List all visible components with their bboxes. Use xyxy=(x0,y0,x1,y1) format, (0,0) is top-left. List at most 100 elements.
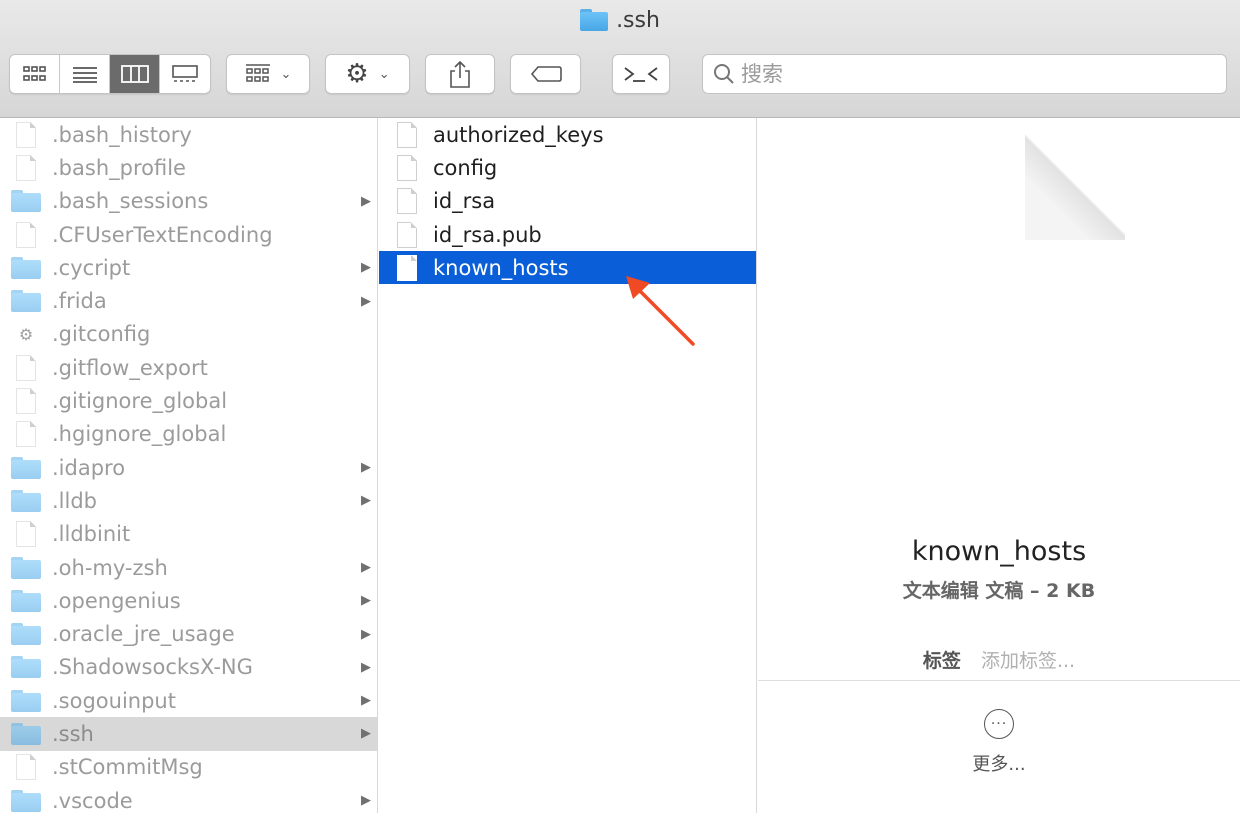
document-icon xyxy=(397,121,417,148)
list-item-label: id_rsa.pub xyxy=(433,222,542,247)
list-item-label: .oh-my-zsh xyxy=(52,555,168,580)
document-icon xyxy=(16,221,36,248)
list-item-label: .ssh xyxy=(52,721,94,746)
tags-row: 标签 添加标签... xyxy=(758,646,1240,673)
item-icon-wrap xyxy=(10,256,42,279)
list-item-label: .lldb xyxy=(52,488,98,513)
list-item-label: id_rsa xyxy=(433,189,496,214)
list-item-label: .bash_sessions xyxy=(52,189,209,214)
disclosure-arrow-icon: ▶ xyxy=(361,793,371,809)
more-icon[interactable]: ··· xyxy=(984,709,1014,739)
list-item[interactable]: .bash_history xyxy=(0,118,377,151)
list-item[interactable]: .frida ▶ xyxy=(0,284,377,317)
list-item[interactable]: .lldb ▶ xyxy=(0,484,377,517)
document-icon xyxy=(397,188,417,215)
list-item[interactable]: ⚙ .gitconfig xyxy=(0,318,377,351)
column-home: .bash_history .bash_profile .bash_sessions… xyxy=(0,118,378,813)
list-item-label: .gitflow_export xyxy=(52,355,208,380)
gear-icon: ⚙ xyxy=(18,324,34,344)
list-item[interactable]: id_rsa xyxy=(379,185,756,218)
page-curl xyxy=(1025,134,1125,240)
item-icon-wrap xyxy=(10,754,42,781)
search-field[interactable] xyxy=(702,54,1227,94)
gallery-view-icon xyxy=(172,65,198,82)
list-item[interactable]: .hgignore_global xyxy=(0,418,377,451)
terminal-button[interactable] xyxy=(612,54,670,94)
folder-icon xyxy=(11,689,41,712)
folder-icon xyxy=(11,656,41,679)
tags-input[interactable]: 添加标签... xyxy=(981,646,1075,673)
disclosure-arrow-icon: ▶ xyxy=(361,560,371,575)
list-item-label: .hgignore_global xyxy=(52,422,227,447)
item-icon-wrap xyxy=(10,689,42,712)
document-icon xyxy=(16,121,36,148)
item-icon-wrap xyxy=(10,521,42,548)
tag-button[interactable] xyxy=(510,54,581,94)
list-item[interactable]: .stCommitMsg xyxy=(0,751,377,784)
list-item[interactable]: .idapro ▶ xyxy=(0,451,377,484)
list-item[interactable]: .oracle_jre_usage ▶ xyxy=(0,617,377,650)
list-item[interactable]: .opengenius ▶ xyxy=(0,584,377,617)
list-item-label: .bash_profile xyxy=(52,155,186,180)
item-icon-wrap xyxy=(10,421,42,448)
document-icon xyxy=(16,421,36,448)
list-item[interactable]: .ShadowsocksX-NG ▶ xyxy=(0,651,377,684)
list-item-label: .gitconfig xyxy=(52,322,151,347)
item-icon-wrap xyxy=(10,388,42,415)
list-item[interactable]: .sogouinput ▶ xyxy=(0,684,377,717)
folder-icon xyxy=(11,623,41,646)
list-item[interactable]: .bash_sessions ▶ xyxy=(0,185,377,218)
item-icon-wrap xyxy=(10,190,42,213)
toolbar: .ssh ⌄ ⚙ ⌄ xyxy=(0,0,1240,118)
preview-pane: known_hosts 文本编辑 文稿 – 2 KB 标签 添加标签... ··… xyxy=(758,118,1240,813)
disclosure-arrow-icon: ▶ xyxy=(361,493,371,509)
more-button[interactable]: 更多... xyxy=(758,750,1240,776)
list-item[interactable]: authorized_keys xyxy=(379,118,756,151)
list-item[interactable]: .bash_profile xyxy=(0,151,377,184)
item-icon-wrap xyxy=(10,221,42,248)
folder-icon xyxy=(11,722,41,745)
list-view-button[interactable] xyxy=(60,55,110,93)
item-icon-wrap xyxy=(10,354,42,381)
list-item-label: .bash_history xyxy=(52,122,192,147)
list-item[interactable]: .lldbinit xyxy=(0,518,377,551)
action-button[interactable]: ⚙ ⌄ xyxy=(325,54,410,94)
item-icon-wrap xyxy=(391,154,423,181)
column-view-button[interactable] xyxy=(110,55,160,93)
list-item[interactable]: .ssh ▶ xyxy=(0,717,377,751)
document-icon xyxy=(16,354,36,381)
disclosure-arrow-icon: ▶ xyxy=(361,626,371,642)
list-item-label: .vscode xyxy=(52,788,133,813)
list-item-label: .lldbinit xyxy=(52,522,131,547)
preview-filename: known_hosts xyxy=(911,536,1087,567)
search-icon xyxy=(714,64,734,84)
disclosure-arrow-icon: ▶ xyxy=(361,460,371,476)
list-view-icon xyxy=(72,67,97,83)
item-icon-wrap xyxy=(10,489,42,512)
group-button[interactable]: ⌄ xyxy=(226,54,310,94)
divider xyxy=(758,680,1240,681)
folder-icon xyxy=(11,789,41,812)
folder-icon xyxy=(11,256,41,279)
list-item[interactable]: .CFUserTextEncoding xyxy=(0,218,377,251)
list-item[interactable]: .oh-my-zsh ▶ xyxy=(0,551,377,584)
list-item[interactable]: .vscode ▶ xyxy=(0,784,377,813)
document-icon xyxy=(397,221,417,248)
list-item[interactable]: id_rsa.pub xyxy=(379,218,756,251)
group-icon xyxy=(245,64,270,82)
list-item[interactable]: known_hosts xyxy=(379,251,756,285)
search-input[interactable] xyxy=(741,62,1201,86)
share-button[interactable] xyxy=(425,54,495,94)
list-item[interactable]: .gitignore_global xyxy=(0,384,377,417)
list-item[interactable]: .gitflow_export xyxy=(0,351,377,384)
icon-view-button[interactable] xyxy=(10,55,60,93)
list-item-label: known_hosts xyxy=(433,255,569,280)
gallery-view-button[interactable] xyxy=(160,55,210,93)
folder-icon xyxy=(11,489,41,512)
document-icon xyxy=(397,254,417,281)
item-icon-wrap xyxy=(391,121,423,148)
list-item[interactable]: .cycript ▶ xyxy=(0,251,377,284)
list-item[interactable]: config xyxy=(379,151,756,184)
disclosure-arrow-icon: ▶ xyxy=(361,726,371,742)
document-icon xyxy=(16,521,36,548)
